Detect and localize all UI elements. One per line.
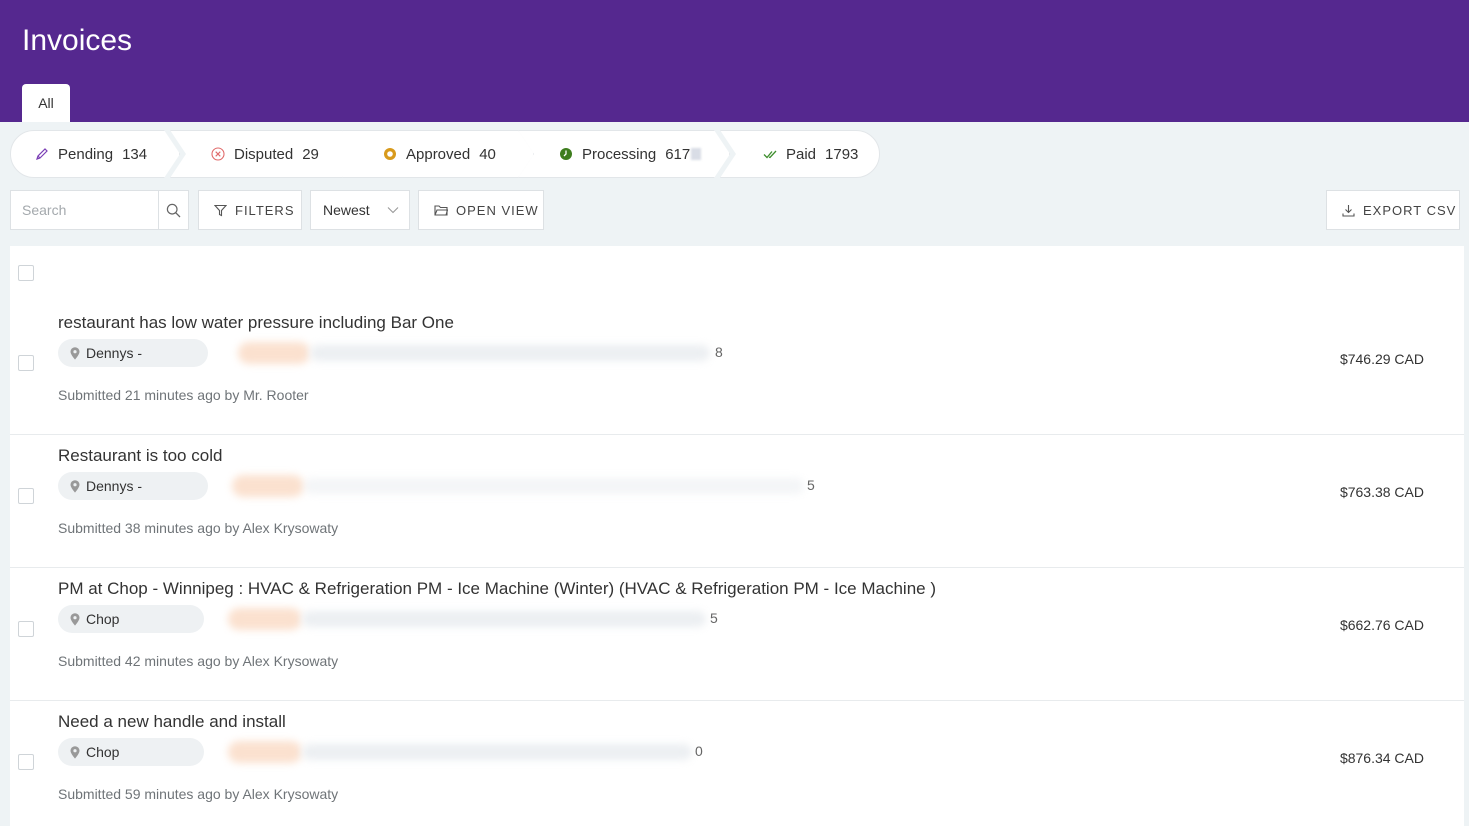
redacted-block <box>304 478 804 494</box>
location-tail: 0 <box>695 743 703 759</box>
status-approved[interactable]: Approved 40 <box>342 130 534 178</box>
status-label: Approved <box>406 145 471 163</box>
status-count: 29 <box>302 145 319 163</box>
status-label: Disputed <box>234 145 294 163</box>
invoice-title: Need a new handle and install <box>58 712 286 731</box>
redacted-block <box>238 342 310 364</box>
row-checkbox[interactable] <box>18 754 34 770</box>
redacted-block <box>310 345 710 361</box>
redacted-block <box>302 744 692 760</box>
check-icon <box>763 147 777 161</box>
location-chip: Chop <box>58 605 204 633</box>
status-count: 40 <box>479 145 496 163</box>
location-pin-icon <box>70 745 80 759</box>
row-checkbox[interactable] <box>18 355 34 371</box>
invoice-amount: $746.29 CAD <box>1339 351 1424 367</box>
location-name: Dennys - <box>86 478 143 494</box>
invoice-list: restaurant has low water pressure includ… <box>10 246 1464 826</box>
approved-icon <box>383 147 397 161</box>
status-label: Pending <box>58 145 114 163</box>
export-csv-button[interactable]: EXPORT CSV <box>1326 190 1460 230</box>
submitted-info: Submitted 21 minutes ago by Mr. Rooter <box>58 387 309 403</box>
invoice-amount: $876.34 CAD <box>1339 750 1424 766</box>
redacted-block <box>228 741 302 763</box>
filters-button[interactable]: FILTERS <box>198 190 302 230</box>
redacted-block <box>691 148 702 160</box>
invoice-row[interactable]: Restaurant is too cold Dennys - 5 Submit… <box>10 435 1464 568</box>
page-title: Invoices <box>22 24 133 57</box>
search-input[interactable] <box>11 191 158 229</box>
redacted-block <box>232 475 304 497</box>
status-processing[interactable]: Processing 617 <box>518 130 730 178</box>
location-tail: 5 <box>710 610 718 626</box>
status-paid[interactable]: Paid 1793 <box>720 130 880 178</box>
submitted-info: Submitted 59 minutes ago by Alex Krysowa… <box>58 786 339 802</box>
select-all-checkbox[interactable] <box>18 265 34 281</box>
open-view-label: OPEN VIEW <box>456 202 539 218</box>
location-name: Dennys - <box>86 345 143 361</box>
location-pin-icon <box>70 479 80 493</box>
export-label: EXPORT CSV <box>1363 202 1457 218</box>
location-chip: Dennys - <box>58 339 208 367</box>
filter-icon <box>214 204 227 217</box>
status-count: 134 <box>122 145 148 163</box>
submitted-info: Submitted 42 minutes ago by Alex Krysowa… <box>58 653 339 669</box>
chevron-down-icon <box>387 206 399 214</box>
x-circle-icon <box>211 147 225 161</box>
row-checkbox[interactable] <box>18 621 34 637</box>
location-name: Chop <box>86 611 120 627</box>
invoice-amount: $662.76 CAD <box>1339 617 1424 633</box>
invoice-title: PM at Chop - Winnipeg : HVAC & Refrigera… <box>58 579 936 598</box>
invoice-row[interactable]: PM at Chop - Winnipeg : HVAC & Refrigera… <box>10 568 1464 701</box>
status-count: 1793 <box>825 145 859 163</box>
search-box <box>10 190 189 230</box>
submitted-info: Submitted 38 minutes ago by Alex Krysowa… <box>58 520 339 536</box>
row-checkbox[interactable] <box>18 488 34 504</box>
location-tail: 8 <box>715 344 723 360</box>
invoice-title: Restaurant is too cold <box>58 446 223 465</box>
search-icon <box>166 203 181 218</box>
status-pending[interactable]: Pending 134 <box>10 130 180 178</box>
sort-select[interactable]: Newest <box>310 190 410 230</box>
tab-all[interactable]: All <box>22 84 70 122</box>
location-tail: 5 <box>807 477 815 493</box>
invoice-row[interactable]: restaurant has low water pressure includ… <box>10 302 1464 435</box>
invoice-amount: $763.38 CAD <box>1339 484 1424 500</box>
open-view-button[interactable]: OPEN VIEW <box>418 190 544 230</box>
pencil-icon <box>35 147 49 161</box>
sort-value: Newest <box>323 202 370 218</box>
toolbar: FILTERS Newest OPEN VIEW EXPORT CSV <box>10 190 1460 230</box>
filters-label: FILTERS <box>235 202 295 218</box>
location-chip: Dennys - <box>58 472 208 500</box>
search-button[interactable] <box>158 191 188 229</box>
redacted-block <box>228 608 302 630</box>
processing-icon <box>559 147 573 161</box>
status-label: Paid <box>786 145 817 163</box>
location-pin-icon <box>70 346 80 360</box>
invoice-title: restaurant has low water pressure includ… <box>58 313 454 332</box>
invoice-row[interactable]: Need a new handle and install Chop 0 Sub… <box>10 701 1464 826</box>
status-pipeline: Pending 134 Disputed 29 Approved 40 Proc… <box>10 130 880 178</box>
folder-icon <box>434 204 448 216</box>
status-disputed[interactable]: Disputed 29 <box>170 130 360 178</box>
app-header: Invoices All <box>0 0 1469 122</box>
status-count: 617 <box>665 145 691 163</box>
location-pin-icon <box>70 612 80 626</box>
status-label: Processing <box>582 145 657 163</box>
download-icon <box>1342 204 1355 217</box>
location-name: Chop <box>86 744 120 760</box>
location-chip: Chop <box>58 738 204 766</box>
redacted-block <box>302 611 706 627</box>
